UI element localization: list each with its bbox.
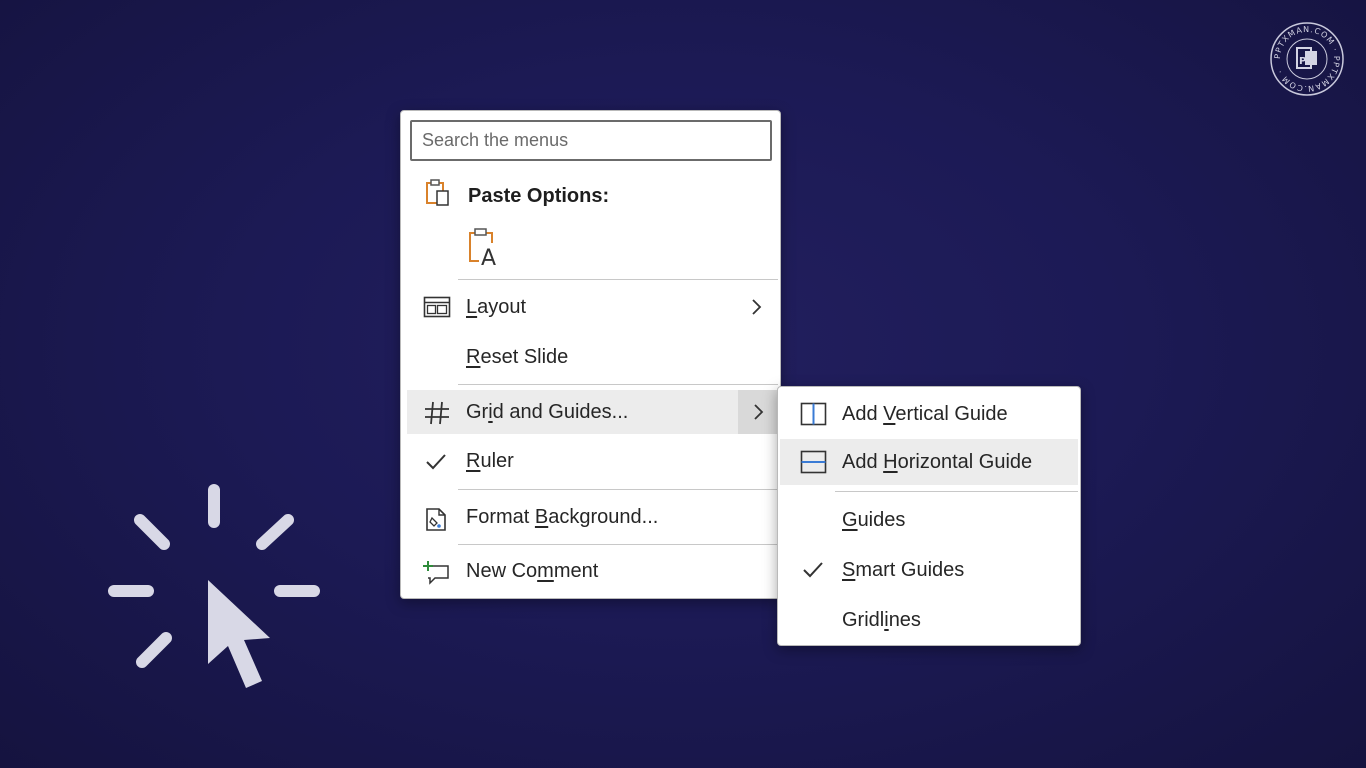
submenu-item-label: Guides xyxy=(842,509,906,531)
click-cursor-illustration xyxy=(100,478,330,698)
checkmark-icon xyxy=(423,449,451,475)
separator xyxy=(458,544,778,545)
keep-text-only-paste-icon[interactable]: A xyxy=(465,225,505,271)
chevron-right-icon xyxy=(746,297,766,317)
pptxman-logo: PPTXMAN.COM · PPTXMAN.COM · P xyxy=(1269,21,1345,97)
submenu-item-add-vertical-guide[interactable]: Add Vertical Guide xyxy=(780,391,1078,437)
menu-item-label: New Comment xyxy=(466,559,599,582)
submenu-item-add-horizontal-guide[interactable]: Add Horizontal Guide xyxy=(780,439,1078,485)
svg-text:P: P xyxy=(1299,56,1306,67)
svg-text:A: A xyxy=(481,246,496,269)
grid-hash-icon xyxy=(423,400,451,426)
checkmark-icon xyxy=(800,558,828,582)
submenu-item-smart-guides[interactable]: Smart Guides xyxy=(780,547,1078,593)
submenu-item-gridlines[interactable]: Gridlines xyxy=(780,597,1078,643)
submenu-item-label: Gridlines xyxy=(842,609,921,631)
grid-and-guides-submenu: Add Vertical Guide Add Horizontal Guide … xyxy=(777,386,1081,646)
menu-item-label: Ruler xyxy=(466,449,514,472)
separator xyxy=(458,489,778,490)
separator xyxy=(835,491,1078,492)
submenu-item-label: Add Horizontal Guide xyxy=(842,451,1033,473)
menu-item-reset-slide[interactable]: Reset Slide xyxy=(407,335,778,379)
submenu-arrow-button[interactable] xyxy=(738,390,778,434)
menu-item-label: Grid and Guides... xyxy=(466,400,629,423)
context-menu: Paste Options: A Layout Reset Slide xyxy=(400,110,781,599)
menu-item-grid-and-guides[interactable]: Grid and Guides... xyxy=(407,390,778,434)
submenu-item-label: Add Vertical Guide xyxy=(842,403,1008,425)
menu-item-ruler[interactable]: Ruler xyxy=(407,439,778,483)
menu-item-label: Reset Slide xyxy=(466,345,569,368)
layout-icon xyxy=(423,295,451,321)
new-comment-icon xyxy=(423,559,451,585)
menu-item-format-background[interactable]: Format Background... xyxy=(407,495,778,539)
search-menus-input[interactable] xyxy=(410,120,772,161)
menu-item-layout[interactable]: Layout xyxy=(407,285,778,329)
separator xyxy=(458,279,778,280)
vertical-guide-icon xyxy=(800,402,828,426)
chevron-right-icon xyxy=(748,402,768,422)
menu-item-label: Format Background... xyxy=(466,505,659,528)
paste-options-label: Paste Options: xyxy=(468,185,610,207)
paste-icon xyxy=(425,177,453,207)
paste-options-header: Paste Options: xyxy=(407,173,779,217)
format-background-icon xyxy=(423,505,451,531)
submenu-item-label: Smart Guides xyxy=(842,559,965,581)
separator xyxy=(458,384,778,385)
menu-item-label: Layout xyxy=(466,295,527,318)
horizontal-guide-icon xyxy=(800,450,828,474)
submenu-item-guides[interactable]: Guides xyxy=(780,497,1078,543)
menu-item-new-comment[interactable]: New Comment xyxy=(407,549,778,593)
